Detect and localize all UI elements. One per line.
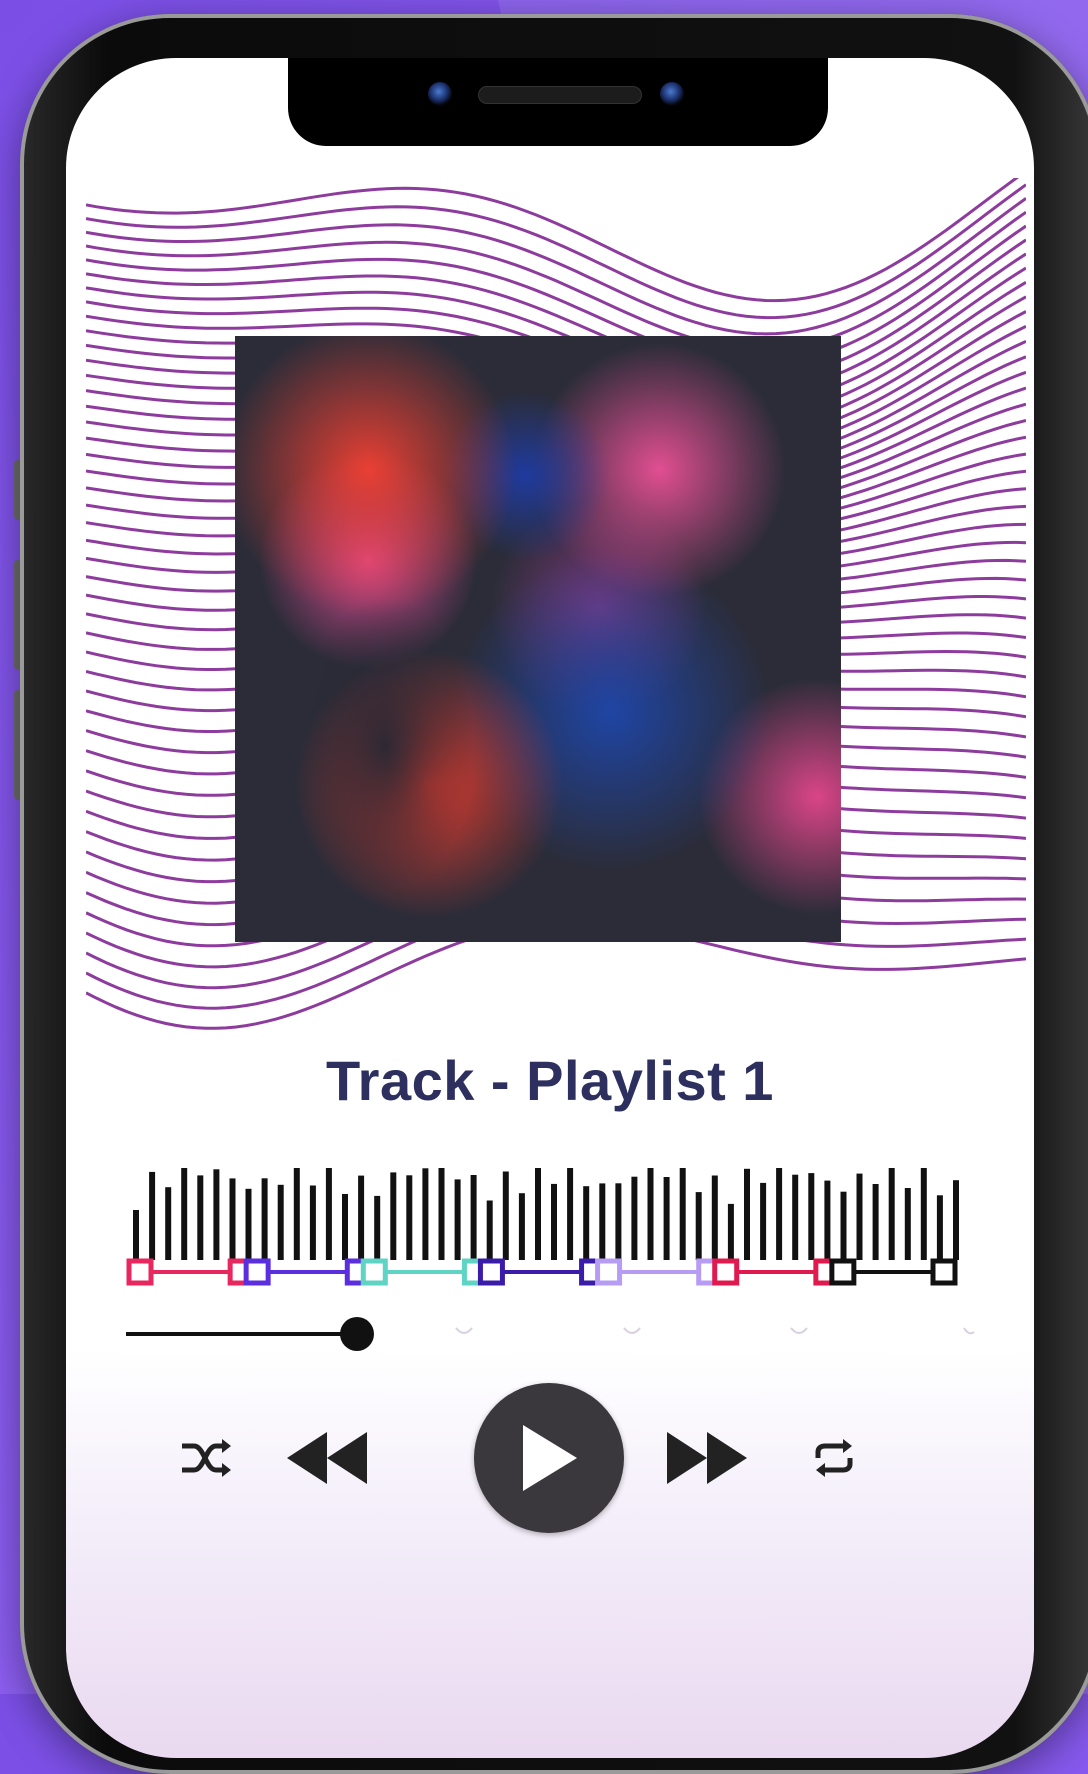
waveform-segment[interactable] [126,1258,255,1286]
waveform-bar [181,1168,188,1260]
waveform-bar [679,1168,686,1260]
front-camera-icon [428,82,452,106]
progress-slider[interactable] [126,1314,976,1354]
waveform-bar [599,1183,606,1260]
waveform-segments[interactable] [126,1168,976,1298]
segment-marker[interactable] [126,1258,154,1286]
repeat-icon [815,1439,853,1477]
waveform-bar [342,1194,348,1260]
waveform-bar [904,1188,911,1260]
waveform-bar [390,1172,397,1260]
segment-marker[interactable] [477,1258,505,1286]
waveform-bar [920,1168,927,1260]
phone-frame: Track - Playlist 1 [20,14,1088,1774]
waveform-bar [936,1195,943,1260]
waveform-segment[interactable] [477,1258,607,1286]
waveform-bar [470,1175,477,1260]
waveform-bar [502,1171,509,1260]
waveform-bar [358,1175,365,1260]
waveform-bar [615,1183,622,1260]
waveform-bar [197,1175,204,1260]
progress-thumb[interactable] [340,1317,374,1351]
waveform-bar [888,1168,895,1260]
segment-marker[interactable] [243,1258,271,1286]
waveform-bar [760,1182,767,1260]
waveform-bar [776,1168,783,1260]
waveform-bar [567,1168,574,1260]
segment-marker[interactable] [829,1258,857,1286]
waveform-bar [406,1175,413,1260]
waveform-bar [245,1188,252,1260]
repeat-button[interactable] [804,1428,864,1488]
waveform-bar [422,1168,429,1260]
waveform-bar [551,1183,557,1260]
waveform-segment[interactable] [243,1258,372,1286]
waveform-bar [663,1177,670,1260]
waveform-bar [165,1187,172,1260]
shuffle-button[interactable] [176,1428,236,1488]
waveform-bar [149,1171,156,1260]
waveform-segment[interactable] [595,1258,724,1286]
sensor-icon [660,82,684,106]
play-button[interactable] [474,1383,624,1533]
phone-screen: Track - Playlist 1 [66,58,1034,1758]
waveform-bar [133,1210,139,1260]
waveform-bar [309,1185,316,1260]
waveform-bar [583,1186,590,1260]
playback-controls [66,1383,1034,1548]
waveform-bar [695,1192,702,1260]
rewind-icon [287,1432,367,1484]
waveform-bar [325,1168,332,1260]
phone-notch [288,58,828,146]
waveform-bar [824,1180,831,1260]
waveform-bar [277,1184,284,1260]
fast-forward-icon [667,1432,747,1484]
waveform-bar [454,1179,461,1260]
waveform-bar [647,1168,654,1260]
waveform-segment[interactable] [712,1258,841,1286]
waveform-bar [535,1168,541,1260]
segment-marker[interactable] [595,1258,623,1286]
play-icon [523,1425,577,1491]
waveform-bar [872,1184,879,1260]
segment-marker[interactable] [360,1258,388,1286]
waveform-segment[interactable] [360,1258,489,1286]
album-cover [235,336,841,942]
album-cover-shadow [295,596,475,896]
waveform-bar [727,1203,734,1260]
waveform-bar [840,1191,847,1260]
waveform-bar [792,1174,799,1260]
waveform-bar [953,1180,959,1260]
earpiece-speaker [478,86,642,104]
waveform-bar [711,1175,718,1260]
progress-track-remaining [455,1327,975,1335]
next-button[interactable] [664,1420,750,1496]
waveform-bar [856,1173,863,1260]
waveform-bar [261,1178,268,1260]
shuffle-icon [182,1439,231,1477]
waveform-bar [808,1173,815,1260]
waveform-bar [438,1168,445,1260]
segment-marker[interactable] [712,1258,740,1286]
waveform-segment[interactable] [829,1258,958,1286]
waveform-bar [744,1168,750,1260]
waveform-bar [229,1178,236,1260]
waveform-bar [293,1168,300,1260]
segment-marker[interactable] [930,1258,958,1286]
waveform-bar [374,1195,381,1260]
waveform-bar [213,1169,220,1260]
waveform-bar [518,1193,525,1260]
waveform-bar [486,1200,493,1260]
previous-button[interactable] [284,1420,370,1496]
waveform-bar [631,1176,638,1260]
track-title: Track - Playlist 1 [326,1049,774,1112]
